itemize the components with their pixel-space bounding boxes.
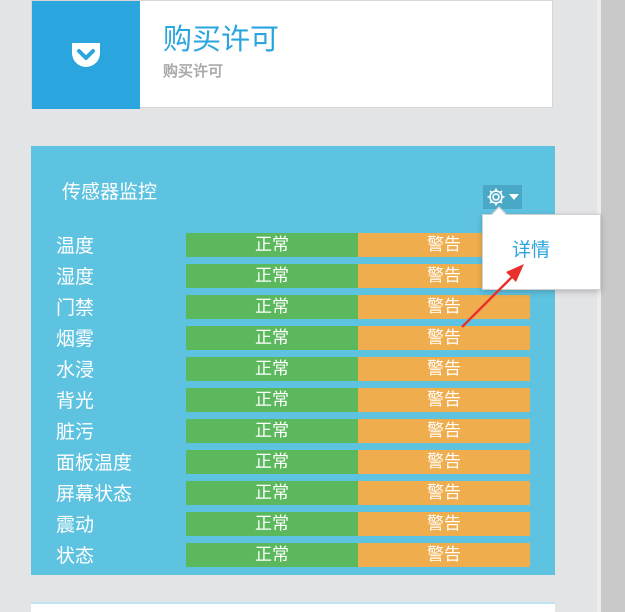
settings-dropdown-menu: 详情 — [482, 214, 601, 290]
sensor-row: 门禁 正常 警告 — [31, 295, 555, 319]
license-subtitle: 购买许可 — [163, 62, 224, 80]
purchase-license-card[interactable]: 购买许可 购买许可 — [31, 0, 553, 109]
status-normal-button[interactable]: 正常 — [186, 481, 358, 505]
sensor-row: 脏污 正常 警告 — [31, 419, 555, 443]
sensor-label: 温度 — [56, 235, 95, 257]
status-normal-button[interactable]: 正常 — [186, 233, 358, 257]
sensor-label: 烟雾 — [56, 328, 95, 350]
status-warning-button[interactable]: 警告 — [358, 357, 530, 381]
status-warning-button[interactable]: 警告 — [358, 326, 530, 350]
sensor-row: 面板温度 正常 警告 — [31, 450, 555, 474]
dropdown-pointer — [492, 208, 506, 215]
sensor-label: 背光 — [56, 390, 95, 412]
status-warning-button[interactable]: 警告 — [358, 481, 530, 505]
status-normal-button[interactable]: 正常 — [186, 357, 358, 381]
status-normal-button[interactable]: 正常 — [186, 512, 358, 536]
menu-item-details[interactable]: 详情 — [512, 241, 550, 260]
sensor-label: 屏幕状态 — [56, 483, 133, 505]
pocket-icon — [72, 43, 100, 67]
panel-title: 传感器监控 — [62, 181, 158, 203]
sensor-label: 面板温度 — [56, 452, 133, 474]
status-normal-button[interactable]: 正常 — [186, 543, 358, 567]
status-normal-button[interactable]: 正常 — [186, 388, 358, 412]
sensor-row: 背光 正常 警告 — [31, 388, 555, 412]
sensor-label: 震动 — [56, 514, 95, 536]
sensor-monitor-panel: 传感器监控 温度 正常 警告 湿度 正常 警告 门禁 正常 警告 烟雾 正常 警告 水浸 正常 警告 背光 正常… — [31, 146, 555, 575]
status-warning-button[interactable]: 警告 — [358, 419, 530, 443]
sensor-row: 温度 正常 警告 — [31, 233, 555, 257]
page-scrollbar[interactable] — [601, 0, 625, 612]
sensor-label: 门禁 — [56, 297, 95, 319]
status-warning-button[interactable]: 警告 — [358, 450, 530, 474]
sensor-row: 烟雾 正常 警告 — [31, 326, 555, 350]
license-title: 购买许可 — [163, 22, 280, 56]
status-warning-button[interactable]: 警告 — [358, 543, 530, 567]
sensor-row: 震动 正常 警告 — [31, 512, 555, 536]
status-normal-button[interactable]: 正常 — [186, 450, 358, 474]
sensor-row: 状态 正常 警告 — [31, 543, 555, 567]
status-warning-button[interactable]: 警告 — [358, 388, 530, 412]
status-normal-button[interactable]: 正常 — [186, 326, 358, 350]
sensor-label: 脏污 — [56, 421, 95, 443]
status-normal-button[interactable]: 正常 — [186, 295, 358, 319]
sensor-row: 屏幕状态 正常 警告 — [31, 481, 555, 505]
status-normal-button[interactable]: 正常 — [186, 264, 358, 288]
status-warning-button[interactable]: 警告 — [358, 512, 530, 536]
sensor-label: 湿度 — [56, 266, 95, 288]
sensor-row: 湿度 正常 警告 — [31, 264, 555, 288]
license-icon-box — [32, 1, 140, 109]
chevron-down-icon — [509, 194, 519, 200]
sensor-row: 水浸 正常 警告 — [31, 357, 555, 381]
status-warning-button[interactable]: 警告 — [358, 295, 530, 319]
sensor-label: 状态 — [56, 545, 95, 567]
sensor-label: 水浸 — [56, 359, 95, 381]
next-panel-top — [31, 602, 555, 612]
status-normal-button[interactable]: 正常 — [186, 419, 358, 443]
gear-icon — [487, 188, 505, 206]
